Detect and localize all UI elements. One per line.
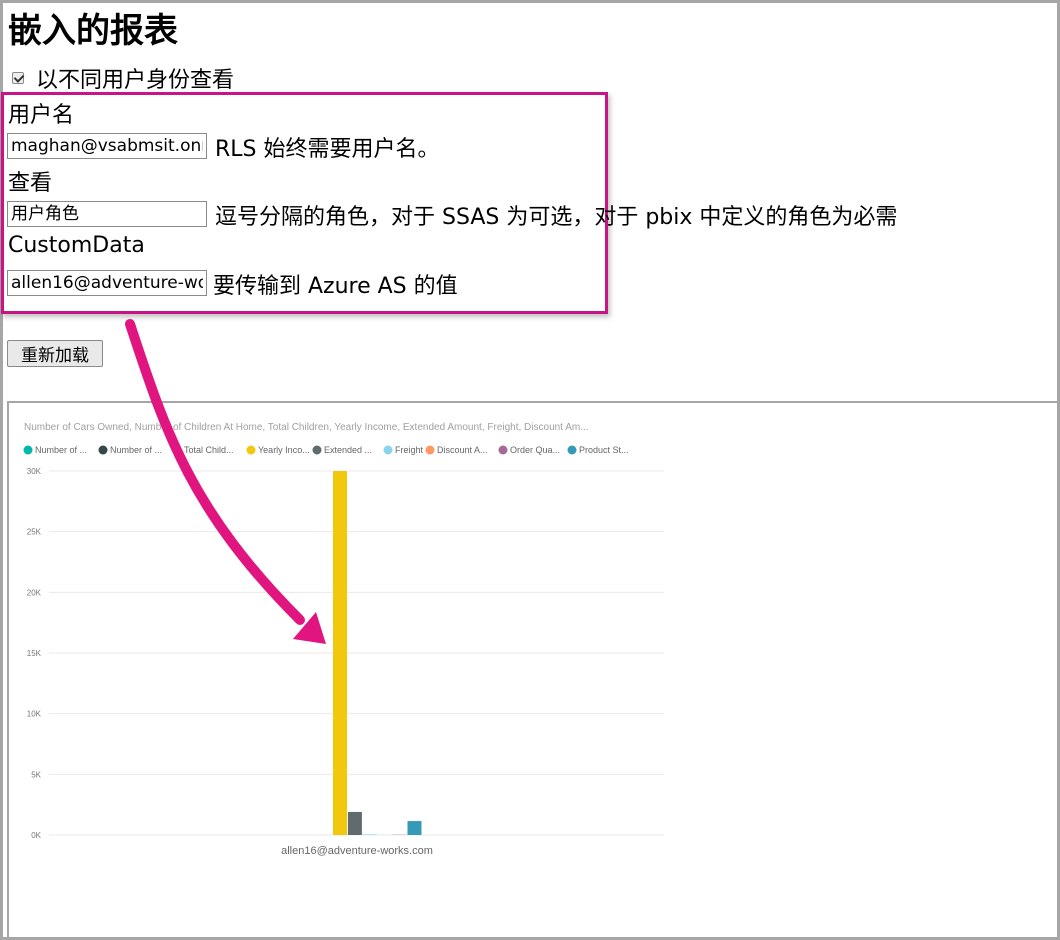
y-tick-label: 30K — [27, 467, 42, 476]
legend-swatch — [383, 445, 393, 455]
chart-title: Number of Cars Owned, Number of Children… — [24, 422, 589, 433]
chart-gridlines — [49, 470, 664, 836]
checkmark-icon — [13, 72, 25, 83]
customdata-input[interactable] — [7, 270, 207, 296]
username-hint: RLS 始终需要用户名。 — [215, 137, 440, 162]
y-tick-label: 25K — [27, 528, 42, 537]
chart-legend: Number of ... Number of ... Total Child...… — [23, 445, 629, 455]
chart-bar — [407, 821, 422, 835]
view-as-label: 以不同用户身份查看 — [36, 68, 235, 93]
y-tick-label: 15K — [27, 649, 42, 658]
legend-label: Number of ... — [110, 445, 162, 455]
legend-swatch — [425, 445, 435, 455]
view-as-checkbox-row[interactable]: 以不同用户身份查看 — [12, 64, 235, 93]
bar-chart: Number of Cars Owned, Number of Children… — [23, 422, 664, 857]
legend-label: Total Child... — [184, 445, 234, 455]
chart-bar — [362, 834, 377, 835]
customdata-hint: 要传输到 Azure AS 的值 — [213, 274, 458, 299]
username-input[interactable] — [7, 133, 207, 159]
y-tick-label: 10K — [27, 710, 42, 719]
view-as-checkbox[interactable] — [12, 72, 25, 84]
legend-swatch — [312, 445, 322, 455]
legend-swatch — [246, 445, 256, 455]
embedded-report-frame[interactable]: Number of Cars Owned, Number of Children… — [7, 401, 1057, 937]
legend-swatch — [567, 445, 577, 455]
legend-label: Extended ... — [324, 445, 372, 455]
roles-input[interactable] — [7, 201, 207, 227]
chart-bar — [333, 471, 347, 835]
username-label: 用户名 — [8, 103, 75, 128]
legend-label: Number of ... — [35, 445, 87, 455]
legend-swatch — [498, 445, 508, 455]
legend-label: Product St... — [579, 445, 629, 455]
roles-label: 查看 — [8, 171, 53, 196]
x-category-label: allen16@adventure-works.com — [281, 845, 433, 857]
reload-button[interactable]: 重新加载 — [7, 340, 103, 367]
legend-label: Order Qua... — [510, 445, 560, 455]
roles-hint: 逗号分隔的角色，对于 SSAS 为可选，对于 pbix 中定义的角色为必需 — [215, 205, 898, 230]
legend-label: Freight — [395, 445, 424, 455]
legend-swatch — [98, 445, 108, 455]
y-tick-label: 20K — [27, 588, 42, 597]
customdata-label: CustomData — [8, 233, 145, 258]
chart-bar — [347, 811, 362, 835]
legend-swatch — [172, 445, 182, 455]
legend-label: Yearly Inco... — [258, 445, 310, 455]
legend-label: Discount A... — [437, 445, 488, 455]
y-tick-label: 5K — [31, 770, 41, 779]
legend-swatch — [23, 445, 33, 455]
y-tick-label: 0K — [31, 831, 41, 840]
chart-y-axis: 0K 5K 10K 15K 20K 25K 30K — [27, 467, 42, 840]
page-title: 嵌入的报表 — [8, 11, 178, 51]
